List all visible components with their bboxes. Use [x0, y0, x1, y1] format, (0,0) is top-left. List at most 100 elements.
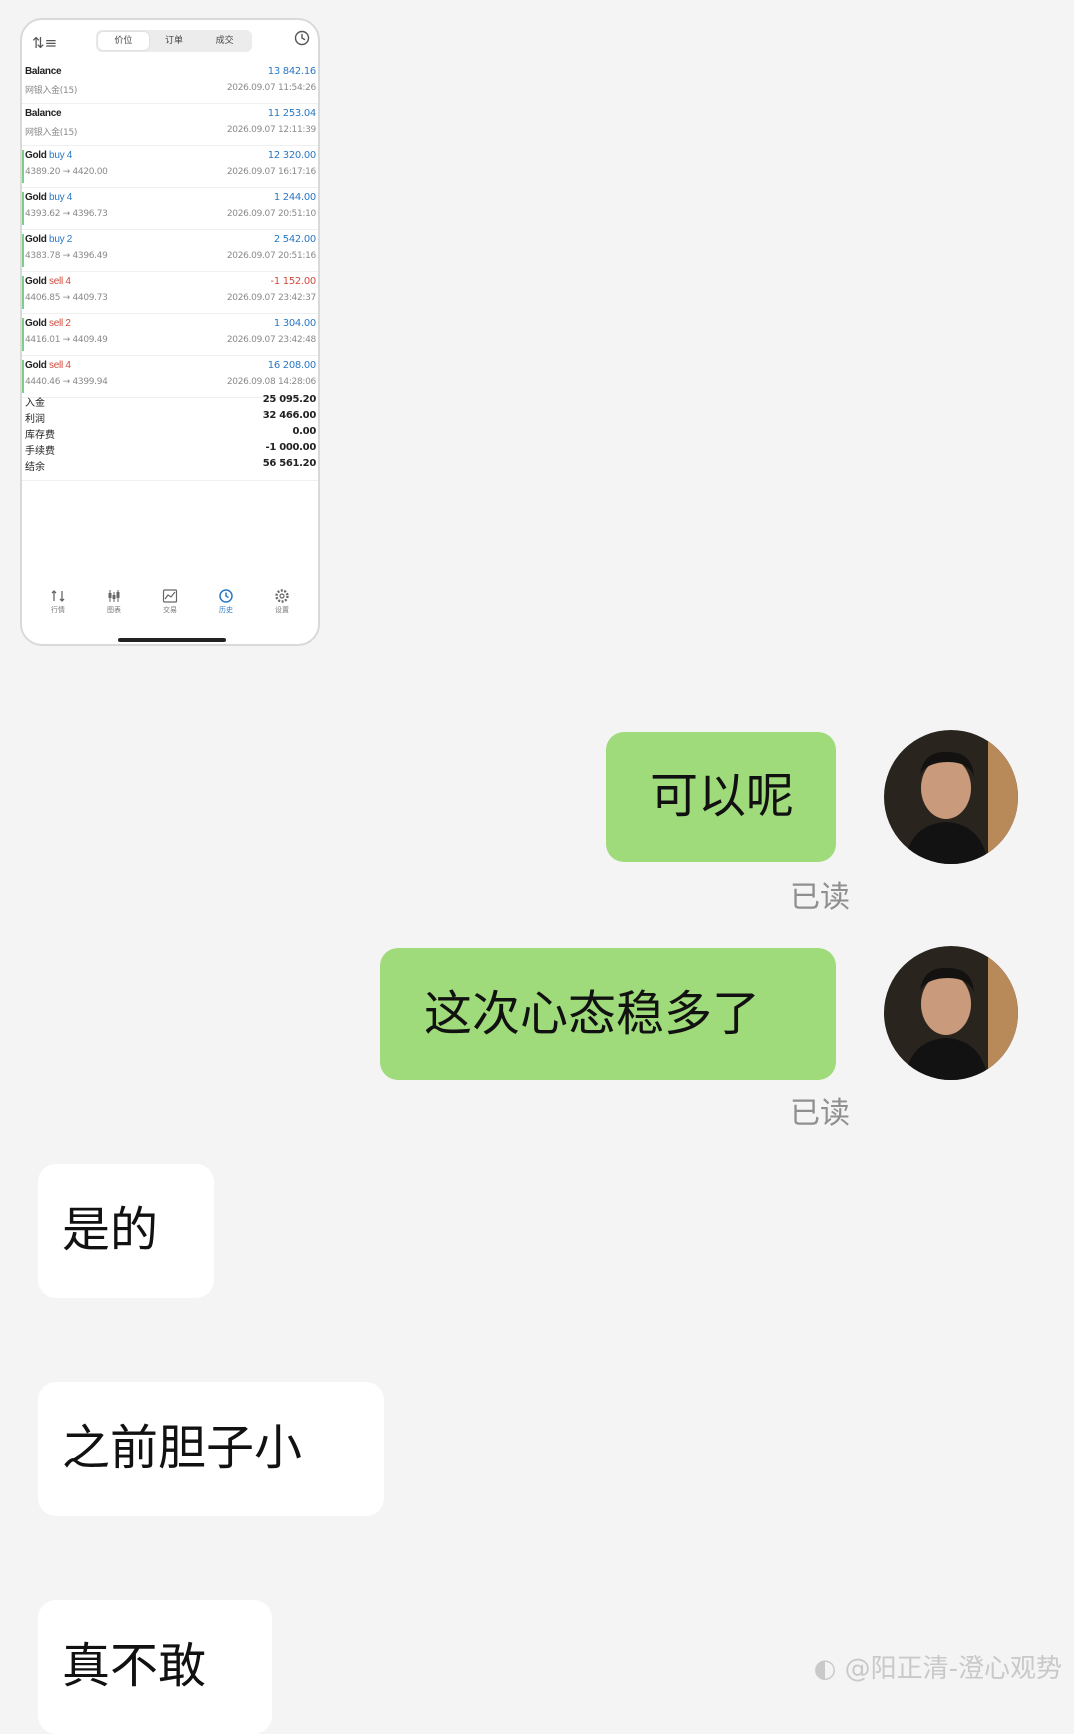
- history-row[interactable]: Gold sell 4 4440.46 → 4399.94 16 208.00 202…: [22, 356, 318, 398]
- tab-orders[interactable]: 订单: [149, 32, 200, 50]
- history-symbol: Gold sell 4: [25, 276, 71, 287]
- nav-label: 交易: [163, 606, 177, 614]
- trade-direction: buy 2: [46, 234, 73, 245]
- chat-bubble-self[interactable]: 可以呢: [606, 732, 836, 862]
- segment-tabs: 价位 订单 成交: [96, 30, 252, 52]
- history-row[interactable]: Balance 网银入金(15) 13 842.16 2026.09.07 11:54…: [22, 62, 318, 104]
- quotes-icon: [51, 590, 65, 602]
- summary-label: 库存费: [25, 430, 55, 441]
- avatar-photo: [884, 730, 1018, 864]
- clock-icon[interactable]: [294, 30, 310, 46]
- history-row[interactable]: Gold sell 2 4416.01 → 4409.49 1 304.00 2026…: [22, 314, 318, 356]
- summary-value: 32 466.00: [262, 410, 317, 421]
- nav-label: 历史: [219, 606, 233, 614]
- nav-label: 行情: [51, 606, 65, 614]
- tab-price[interactable]: 价位: [98, 32, 149, 50]
- chat-bubble-self[interactable]: 这次心态稳多了: [380, 948, 836, 1080]
- bottom-nav: 行情 图表 交易 历史 设置: [22, 588, 318, 615]
- summary-label: 利润: [25, 414, 45, 425]
- summary-row: 库存费 0.00: [22, 426, 318, 442]
- history-profit: 2 542.00: [273, 234, 316, 245]
- history-profit: 11 253.04: [267, 108, 317, 119]
- watermark-text: @阳正清-澄心观势: [844, 1654, 1062, 1684]
- history-detail: 网银入金(15): [25, 86, 78, 96]
- chart-icon: [108, 590, 120, 602]
- nav-label: 图表: [107, 606, 121, 614]
- avatar[interactable]: [884, 730, 1018, 864]
- summary-value: 0.00: [292, 426, 317, 437]
- app-header: ⇅≡ 价位 订单 成交: [22, 28, 318, 58]
- history-symbol: Gold buy 2: [25, 234, 72, 245]
- settings-icon: [275, 589, 289, 603]
- nav-item-settings[interactable]: 设置: [262, 588, 302, 615]
- watermark: ◐ @阳正清-澄心观势: [814, 1648, 1062, 1685]
- symbol-name: Gold: [25, 276, 47, 287]
- symbol-name: Balance: [25, 66, 62, 77]
- nav-label: 设置: [275, 606, 289, 614]
- history-symbol: Gold buy 4: [25, 192, 72, 203]
- history-icon: [219, 589, 233, 603]
- message-text: 之前胆子小: [62, 1420, 303, 1476]
- nav-item-quotes[interactable]: 行情: [38, 588, 78, 615]
- home-indicator: [118, 638, 226, 642]
- history-row[interactable]: Balance 网银入金(15) 11 253.04 2026.09.07 12:11…: [22, 104, 318, 146]
- tab-deals[interactable]: 成交: [199, 32, 250, 50]
- chat-bubble-other[interactable]: 之前胆子小: [38, 1382, 384, 1516]
- weibo-icon: ◐: [813, 1654, 837, 1684]
- message-text: 真不敢: [62, 1638, 207, 1694]
- trade-direction: sell 4: [46, 276, 71, 287]
- symbol-name: Balance: [25, 108, 62, 119]
- summary-label: 结余: [25, 462, 45, 473]
- trade-icon: [162, 589, 178, 603]
- summary-row: 手续费 -1 000.00: [22, 442, 318, 458]
- symbol-name: Gold: [25, 150, 47, 161]
- summary-value: 56 561.20: [262, 458, 317, 469]
- avatar[interactable]: [884, 946, 1018, 1080]
- divider: [22, 480, 318, 481]
- history-symbol: Gold sell 4: [25, 360, 71, 371]
- history-row[interactable]: Gold sell 4 4406.85 → 4409.73 -1 152.00 202…: [22, 272, 318, 314]
- nav-item-history[interactable]: 历史: [206, 588, 246, 615]
- history-detail: 4383.78 → 4396.49: [25, 251, 108, 261]
- summary-table: 入金 25 095.20 利润 32 466.00 库存费 0.00 手续费 -1 000.0…: [22, 394, 318, 474]
- chat-bubble-other[interactable]: 真不敢: [38, 1600, 272, 1734]
- history-profit: -1 152.00: [270, 276, 317, 287]
- summary-row: 利润 32 466.00: [22, 410, 318, 426]
- history-profit: 1 304.00: [273, 318, 316, 329]
- symbol-name: Gold: [25, 318, 47, 329]
- history-time: 2026.09.07 23:42:37: [226, 293, 316, 303]
- history-detail: 4416.01 → 4409.49: [25, 335, 108, 345]
- chat-bubble-other[interactable]: 是的: [38, 1164, 214, 1298]
- read-status: 已读: [790, 880, 850, 915]
- summary-label: 入金: [25, 398, 45, 409]
- trading-app-screenshot: ⇅≡ 价位 订单 成交 Balance 网银入金(15) 13 842.16 2026…: [20, 18, 320, 646]
- history-profit: 16 208.00: [267, 360, 317, 371]
- nav-item-trade[interactable]: 交易: [150, 588, 190, 615]
- history-symbol: Gold sell 2: [25, 318, 71, 329]
- history-profit: 13 842.16: [267, 66, 317, 77]
- summary-value: 25 095.20: [262, 394, 317, 405]
- summary-row: 入金 25 095.20: [22, 394, 318, 410]
- trade-direction: sell 2: [46, 318, 71, 329]
- history-profit: 1 244.00: [273, 192, 316, 203]
- history-row[interactable]: Gold buy 4 4389.20 → 4420.00 12 320.00 2026…: [22, 146, 318, 188]
- history-time: 2026.09.07 16:17:16: [226, 167, 316, 177]
- history-row[interactable]: Gold buy 2 4383.78 → 4396.49 2 542.00 2026.…: [22, 230, 318, 272]
- message-text: 这次心态稳多了: [424, 986, 761, 1042]
- history-row[interactable]: Gold buy 4 4393.62 → 4396.73 1 244.00 2026.…: [22, 188, 318, 230]
- trade-direction: sell 4: [46, 360, 71, 371]
- summary-label: 手续费: [25, 446, 55, 457]
- trade-direction: buy 4: [46, 150, 73, 161]
- symbol-name: Gold: [25, 234, 47, 245]
- history-time: 2026.09.07 12:11:39: [226, 125, 316, 135]
- history-symbol: Balance: [25, 108, 62, 119]
- message-text: 是的: [62, 1202, 159, 1258]
- history-symbol: Gold buy 4: [25, 150, 72, 161]
- sort-icon[interactable]: ⇅≡: [32, 34, 57, 52]
- history-time: 2026.09.07 20:51:16: [226, 251, 316, 261]
- trade-direction: buy 4: [46, 192, 73, 203]
- history-profit: 12 320.00: [267, 150, 317, 161]
- nav-item-chart[interactable]: 图表: [94, 588, 134, 615]
- history-time: 2026.09.07 11:54:26: [226, 83, 316, 93]
- history-time: 2026.09.07 20:51:10: [226, 209, 316, 219]
